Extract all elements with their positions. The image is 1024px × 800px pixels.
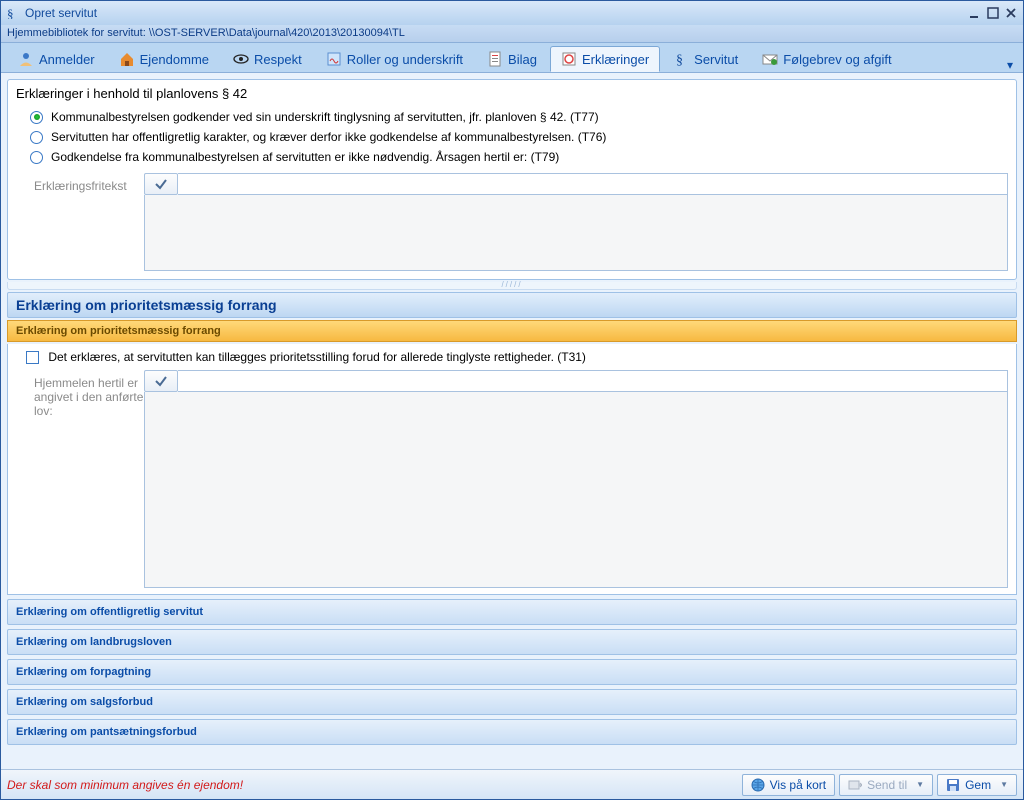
section-salgsforbud[interactable]: Erklæring om salgsforbud xyxy=(7,689,1017,715)
fritekst-label: Erklæringsfritekst xyxy=(16,173,144,271)
maximize-button[interactable] xyxy=(987,7,999,19)
hjemmel-label: Hjemmelen hertil er angivet i den anført… xyxy=(16,370,144,588)
radio-label: Servitutten har offentligretlig karakter… xyxy=(51,130,606,144)
globe-icon xyxy=(751,778,765,792)
tab-respekt[interactable]: Respekt xyxy=(222,46,313,72)
tab-roller[interactable]: Roller og underskrift xyxy=(315,46,474,72)
planlov-group: Erklæringer i henhold til planlovens § 4… xyxy=(7,79,1017,280)
prioritet-subheader[interactable]: Erklæring om prioritetsmæssig forrang xyxy=(7,320,1017,342)
fritekst-row: Erklæringsfritekst xyxy=(16,173,1008,271)
tab-erklaeringer[interactable]: Erklæringer xyxy=(550,46,660,72)
t31-row[interactable]: Det erklæres, at servitutten kan tillægg… xyxy=(16,350,1008,364)
document-icon xyxy=(487,51,503,67)
tab-label: Roller og underskrift xyxy=(347,52,463,67)
chevron-down-icon: ▼ xyxy=(916,780,924,789)
tab-anmelder[interactable]: Anmelder xyxy=(7,46,106,72)
checkbox-t31[interactable] xyxy=(26,351,39,364)
tab-label: Ejendomme xyxy=(140,52,209,67)
radio-t79[interactable]: Godkendelse fra kommunalbestyrelsen af s… xyxy=(16,147,1008,167)
radio-label: Godkendelse fra kommunalbestyrelsen af s… xyxy=(51,150,559,164)
spellcheck-button[interactable] xyxy=(144,173,178,195)
radio-t77[interactable]: Kommunalbestyrelsen godkender ved sin un… xyxy=(16,107,1008,127)
tab-label: Bilag xyxy=(508,52,537,67)
radio-t76[interactable]: Servitutten har offentligretlig karakter… xyxy=(16,127,1008,147)
app-window: § Opret servitut Hjemmebibliotek for ser… xyxy=(0,0,1024,800)
eye-icon xyxy=(233,51,249,67)
hjemmel-textarea[interactable] xyxy=(144,392,1008,588)
tab-folgebrev[interactable]: Følgebrev og afgift xyxy=(751,46,902,72)
prioritet-header: Erklæring om prioritetsmæssig forrang xyxy=(7,292,1017,318)
tab-label: Følgebrev og afgift xyxy=(783,52,891,67)
fritekst-input-line[interactable] xyxy=(178,173,1008,195)
section-forpagtning[interactable]: Erklæring om forpagtning xyxy=(7,659,1017,685)
tab-servitut[interactable]: § Servitut xyxy=(662,46,749,72)
fritekst-textarea[interactable] xyxy=(144,195,1008,271)
content-area: Erklæringer i henhold til planlovens § 4… xyxy=(1,73,1023,769)
stamp-icon xyxy=(561,51,577,67)
minimize-button[interactable] xyxy=(969,7,981,19)
save-icon xyxy=(946,778,960,792)
tab-ejendomme[interactable]: Ejendomme xyxy=(108,46,220,72)
send-icon xyxy=(848,778,862,792)
tab-bilag[interactable]: Bilag xyxy=(476,46,548,72)
validation-warning: Der skal som minimum angives én ejendom! xyxy=(7,778,243,792)
hjemmel-row: Hjemmelen hertil er angivet i den anført… xyxy=(16,370,1008,588)
radio-label: Kommunalbestyrelsen godkender ved sin un… xyxy=(51,110,599,124)
section-icon: § xyxy=(673,51,689,67)
footer: Der skal som minimum angives én ejendom!… xyxy=(1,769,1023,799)
window-title: Opret servitut xyxy=(25,6,97,20)
signature-icon xyxy=(326,51,342,67)
vis-paa-kort-button[interactable]: Vis på kort xyxy=(742,774,835,796)
tab-overflow-dropdown[interactable]: ▾ xyxy=(1003,58,1017,72)
radio-icon xyxy=(30,111,43,124)
section-landbrugsloven[interactable]: Erklæring om landbrugsloven xyxy=(7,629,1017,655)
button-label: Send til xyxy=(867,778,907,792)
button-label: Gem xyxy=(965,778,991,792)
svg-text:§: § xyxy=(676,53,683,67)
prioritet-panel: Det erklæres, at servitutten kan tillægg… xyxy=(7,344,1017,595)
app-icon: § xyxy=(7,7,19,19)
section-offentligretlig[interactable]: Erklæring om offentligretlig servitut xyxy=(7,599,1017,625)
t31-label: Det erklæres, at servitutten kan tillægg… xyxy=(48,350,586,364)
resize-grip[interactable] xyxy=(7,282,1017,290)
house-icon xyxy=(119,51,135,67)
tab-label: Servitut xyxy=(694,52,738,67)
tab-label: Anmelder xyxy=(39,52,95,67)
tab-label: Respekt xyxy=(254,52,302,67)
hjemmel-input-line[interactable] xyxy=(178,370,1008,392)
button-label: Vis på kort xyxy=(770,778,826,792)
person-icon xyxy=(18,51,34,67)
send-til-button[interactable]: Send til ▼ xyxy=(839,774,933,796)
section-pantsaetningsforbud[interactable]: Erklæring om pantsætningsforbud xyxy=(7,719,1017,745)
titlebar: § Opret servitut xyxy=(1,1,1023,25)
radio-icon xyxy=(30,131,43,144)
gem-button[interactable]: Gem ▼ xyxy=(937,774,1017,796)
tab-strip: Anmelder Ejendomme Respekt Roller og und… xyxy=(1,43,1023,73)
svg-text:§: § xyxy=(7,7,14,19)
radio-icon xyxy=(30,151,43,164)
spellcheck-button[interactable] xyxy=(144,370,178,392)
letter-icon xyxy=(762,51,778,67)
chevron-down-icon: ▼ xyxy=(1000,780,1008,789)
planlov-heading: Erklæringer i henhold til planlovens § 4… xyxy=(16,86,1008,101)
close-button[interactable] xyxy=(1005,7,1017,19)
tab-label: Erklæringer xyxy=(582,52,649,67)
path-bar: Hjemmebibliotek for servitut: \\OST-SERV… xyxy=(1,25,1023,43)
